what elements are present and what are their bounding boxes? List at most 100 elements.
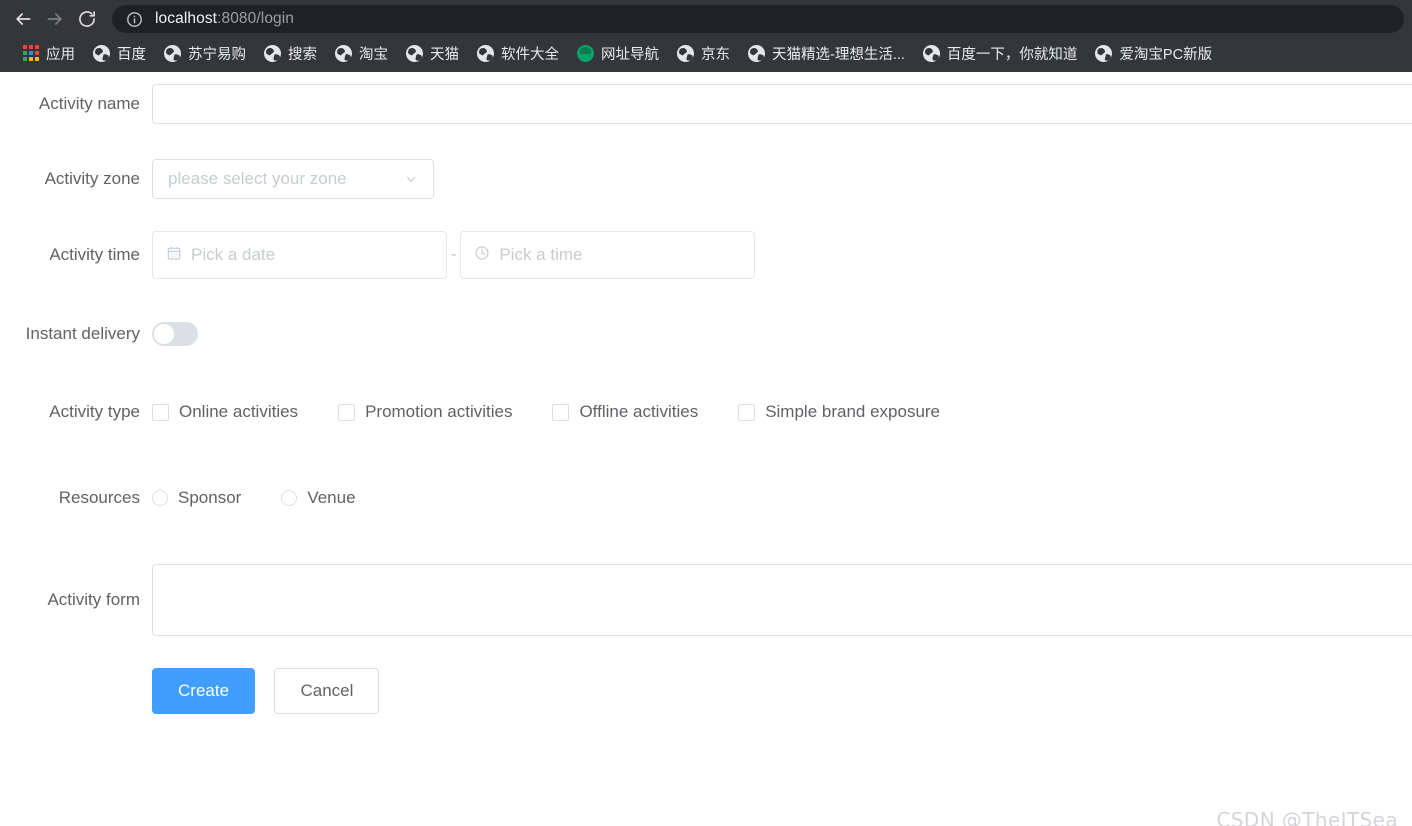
- date-placeholder: Pick a date: [191, 245, 276, 264]
- browser-chrome: localhost:8080/login 应用 百度 苏宁易购 搜索 淘宝 天猫: [0, 0, 1412, 72]
- checkbox-label: Online activities: [179, 402, 299, 421]
- form-row-activity-time: Activity time Pick a date - Pick a time: [0, 231, 1412, 279]
- checkbox-offline-activities[interactable]: Offline activities: [552, 392, 698, 432]
- form-row-activity-zone: Activity zone please select your zone: [0, 159, 1412, 199]
- form-row-activity-name: Activity name: [0, 84, 1412, 124]
- globe-icon: [1095, 44, 1113, 62]
- activity-zone-placeholder: please select your zone: [168, 169, 347, 188]
- bookmark-label: 淘宝: [359, 46, 388, 63]
- bookmark-search[interactable]: 搜索: [255, 39, 326, 68]
- radio-sponsor[interactable]: Sponsor: [152, 478, 241, 518]
- bookmark-suning[interactable]: 苏宁易购: [155, 39, 255, 68]
- bookmark-jd[interactable]: 京东: [668, 39, 739, 68]
- address-bar[interactable]: localhost:8080/login: [112, 5, 1404, 33]
- apps-grid-icon: [23, 45, 39, 61]
- globe-icon: [477, 44, 494, 62]
- checkbox-promotion-activities[interactable]: Promotion activities: [338, 392, 512, 432]
- form-row-activity-type: Activity type Online activities Promotio…: [0, 392, 1412, 432]
- bookmark-tmall[interactable]: 天猫: [397, 39, 468, 68]
- checkbox-label: Promotion activities: [365, 402, 513, 421]
- instant-delivery-toggle[interactable]: [152, 322, 198, 346]
- toggle-knob: [154, 324, 174, 344]
- clock-icon: [474, 245, 490, 266]
- form-row-instant-delivery: Instant delivery: [0, 314, 1412, 354]
- checkbox-online-activities[interactable]: Online activities: [152, 392, 298, 432]
- checkbox-label: Offline activities: [579, 402, 699, 421]
- activity-type-label: Activity type: [49, 402, 140, 421]
- activity-zone-control: please select your zone: [152, 159, 1412, 199]
- url-path: :8080/login: [217, 10, 295, 27]
- resources-control: Sponsor Venue: [152, 478, 1412, 518]
- activity-name-input[interactable]: [152, 84, 1412, 124]
- reload-icon: [77, 9, 97, 29]
- activity-name-control: [152, 84, 1412, 124]
- info-circle-icon[interactable]: [126, 11, 143, 28]
- activity-time-control: Pick a date - Pick a time: [152, 231, 1412, 279]
- radio-label: Sponsor: [178, 488, 242, 507]
- globe-icon: [93, 44, 110, 62]
- hao123-icon: [577, 44, 594, 62]
- checkbox-box-icon: [152, 403, 169, 421]
- chevron-down-icon: [404, 172, 418, 186]
- resources-label: Resources: [58, 488, 140, 507]
- bookmark-label: 京东: [701, 46, 730, 63]
- radio-venue[interactable]: Venue: [281, 478, 356, 518]
- bookmark-label: 软件大全: [501, 46, 559, 63]
- form-row-activity-form: Activity form: [0, 564, 1412, 636]
- globe-icon: [748, 44, 765, 62]
- instant-delivery-label: Instant delivery: [25, 324, 140, 343]
- activity-zone-label: Activity zone: [44, 169, 140, 188]
- radio-circle-icon: [152, 490, 168, 506]
- globe-icon: [264, 44, 281, 62]
- bookmark-label: 天猫: [430, 46, 459, 63]
- create-button[interactable]: Create: [152, 668, 256, 714]
- checkbox-box-icon: [738, 403, 756, 421]
- reload-button[interactable]: [72, 4, 102, 34]
- bookmark-label: 苏宁易购: [188, 46, 246, 63]
- activity-date-picker[interactable]: Pick a date: [152, 231, 447, 279]
- bookmark-label: 应用: [46, 46, 75, 63]
- calendar-icon: [166, 245, 182, 266]
- activity-zone-select[interactable]: please select your zone: [152, 159, 434, 199]
- back-button[interactable]: [8, 4, 38, 34]
- bookmark-tmall-select[interactable]: 天猫精选-理想生活...: [739, 39, 914, 68]
- activity-form-textarea[interactable]: [152, 564, 1412, 636]
- url-text: localhost:8080/login: [155, 10, 294, 28]
- bookmark-baidu[interactable]: 百度: [84, 39, 155, 68]
- bookmark-label: 百度一下，你就知道: [946, 46, 1078, 63]
- activity-form-label: Activity form: [47, 590, 140, 609]
- globe-icon: [335, 44, 352, 62]
- bookmark-apps[interactable]: 应用: [14, 39, 84, 68]
- bookmark-label: 爱淘宝PC新版: [1119, 46, 1213, 63]
- time-placeholder: Pick a time: [499, 245, 583, 264]
- bookmark-hao123[interactable]: 网址导航: [568, 39, 668, 68]
- globe-icon: [164, 44, 181, 62]
- checkbox-label: Simple brand exposure: [765, 402, 941, 421]
- bookmark-taobao[interactable]: 淘宝: [326, 39, 397, 68]
- forward-arrow-icon: [45, 9, 65, 29]
- bookmark-label: 百度: [117, 46, 146, 63]
- bookmarks-bar: 应用 百度 苏宁易购 搜索 淘宝 天猫 软件大全 网址导航 京东 天猫精选-理想…: [0, 38, 1412, 72]
- back-arrow-icon: [13, 9, 33, 29]
- form-row-actions: Create Cancel: [0, 668, 1412, 714]
- radio-label: Venue: [307, 488, 356, 507]
- bookmark-label: 网址导航: [601, 46, 659, 63]
- instant-delivery-control: [152, 314, 1412, 351]
- cancel-button[interactable]: Cancel: [274, 668, 380, 714]
- bookmark-label: 搜索: [288, 46, 317, 63]
- time-range-separator: -: [451, 246, 457, 263]
- activity-time-picker[interactable]: Pick a time: [460, 231, 756, 279]
- bookmark-itaobao[interactable]: 爱淘宝PC新版: [1086, 39, 1221, 68]
- bookmark-baidu-search[interactable]: 百度一下，你就知道: [914, 39, 1087, 68]
- activity-time-label: Activity time: [49, 245, 140, 264]
- form-row-resources: Resources Sponsor Venue: [0, 478, 1412, 518]
- checkbox-box-icon: [552, 403, 570, 421]
- checkbox-box-icon: [338, 403, 356, 421]
- globe-icon: [406, 44, 423, 62]
- forward-button[interactable]: [40, 4, 70, 34]
- activity-type-control: Online activities Promotion activities O…: [152, 392, 1412, 432]
- bookmark-software[interactable]: 软件大全: [468, 39, 568, 68]
- checkbox-simple-brand-exposure[interactable]: Simple brand exposure: [738, 392, 940, 432]
- page-content: Activity name Activity zone please selec…: [0, 84, 1412, 826]
- browser-toolbar: localhost:8080/login: [0, 0, 1412, 38]
